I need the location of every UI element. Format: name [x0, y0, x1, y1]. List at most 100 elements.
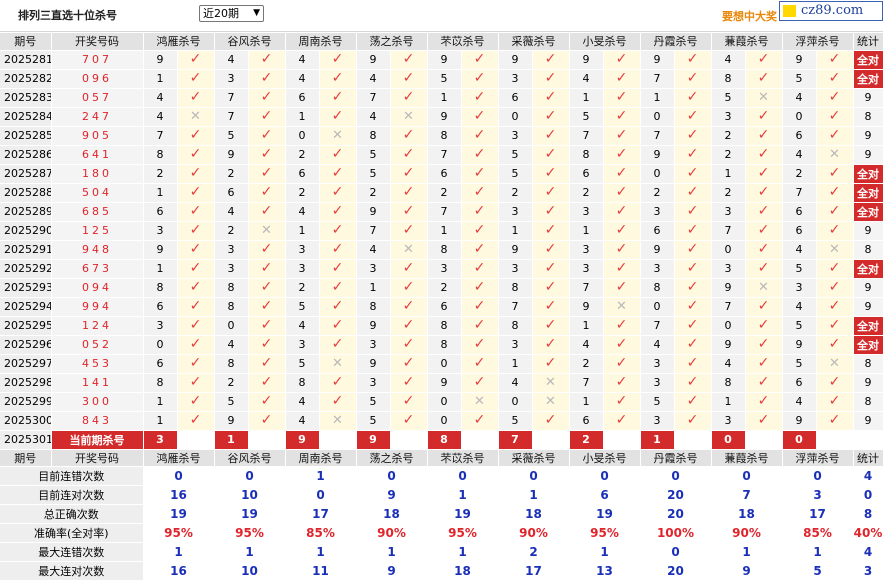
check-icon: ✓: [757, 355, 770, 371]
check-icon: ✓: [615, 51, 628, 67]
total-cell: 9: [853, 411, 883, 431]
check-icon: ✓: [331, 298, 344, 314]
result-mark-cell: ✓: [248, 392, 286, 412]
kill-number-cell: 8: [356, 126, 391, 146]
kill-number-cell: 5: [498, 164, 533, 184]
result-mark-cell: ✓: [248, 126, 286, 146]
kill-number-cell: 4: [498, 373, 533, 393]
check-icon: ✓: [260, 203, 273, 219]
result-mark-cell: ✓: [319, 88, 357, 108]
column-header-killer: 丹霞杀号: [640, 449, 712, 467]
check-icon: ✓: [189, 336, 202, 352]
check-icon: ✓: [686, 184, 699, 200]
kill-number-cell: 9: [711, 335, 746, 355]
result-mark-cell: ✓: [603, 278, 641, 298]
stats-value: 1: [782, 542, 854, 562]
result-mark-cell: ✓: [177, 221, 215, 241]
check-icon: ✓: [757, 165, 770, 181]
draw-number-cell: 504: [51, 183, 144, 203]
check-icon: ✓: [686, 279, 699, 295]
check-icon: ✓: [544, 70, 557, 86]
period-cell: 2025290: [0, 221, 52, 241]
period-cell: 2025296: [0, 335, 52, 355]
result-mark-cell: ✓: [674, 221, 712, 241]
kill-number-cell: 6: [427, 297, 462, 317]
check-icon: ✓: [686, 203, 699, 219]
stats-value: 9: [711, 561, 783, 581]
kill-number-cell: 7: [427, 202, 462, 222]
table-row: 2025286 641 8 ✓ 9 ✓ 2 ✓ 5 ✓ 7 ✓ 5 ✓ 8 ✓ 9 ✓ 2 ✓ 4 ✕ 9: [0, 145, 883, 165]
kill-number-cell: 7: [711, 221, 746, 241]
check-icon: ✓: [544, 412, 557, 428]
kill-number-cell: 5: [498, 411, 533, 431]
result-mark-cell: ✓: [177, 183, 215, 203]
result-mark-cell: ✓: [816, 126, 854, 146]
result-mark-cell: ✓: [319, 335, 357, 355]
promo-text[interactable]: 要想中大奖: [722, 8, 777, 24]
check-icon: ✓: [331, 374, 344, 390]
result-mark-cell: ✓: [177, 354, 215, 374]
chevron-down-icon: ▼: [253, 8, 260, 18]
check-icon: ✓: [331, 89, 344, 105]
site-logo[interactable]: cz89.com: [779, 1, 883, 21]
kill-number-cell: 1: [285, 221, 320, 241]
check-icon: ✓: [686, 241, 699, 257]
check-icon: ✓: [828, 89, 841, 105]
result-mark-cell: ✓: [674, 392, 712, 412]
stats-label: 目前连错次数: [0, 466, 144, 486]
check-icon: ✓: [189, 393, 202, 409]
kill-number-cell: 0: [498, 107, 533, 127]
period-cell: 2025285: [0, 126, 52, 146]
table-row: 2025282 096 1 ✓ 3 ✓ 4 ✓ 4 ✓ 5 ✓ 3 ✓ 4 ✓ 7 ✓ 8 ✓ 5 ✓ 全对: [0, 69, 883, 89]
cross-icon: ✕: [829, 356, 840, 371]
column-header-killer: 鸿雁杀号: [143, 449, 215, 467]
check-icon: ✓: [473, 108, 486, 124]
draw-number-cell: 453: [51, 354, 144, 374]
stats-value: 1: [427, 485, 499, 505]
result-mark-cell: ✓: [461, 145, 499, 165]
check-icon: ✓: [260, 336, 273, 352]
result-mark-cell: ✕: [816, 145, 854, 165]
kill-number-cell: 4: [569, 69, 604, 89]
kill-number-cell: 3: [498, 69, 533, 89]
kill-number-cell: 1: [427, 221, 462, 241]
kill-number-cell: 4: [143, 88, 178, 108]
kill-number-cell: 7: [214, 107, 249, 127]
kill-number-cell: 9: [214, 411, 249, 431]
result-mark-cell: ✓: [319, 202, 357, 222]
kill-number-cell: 2: [285, 278, 320, 298]
kill-number-cell: 9: [569, 50, 604, 70]
kill-number-cell: 9: [427, 50, 462, 70]
check-icon: ✓: [828, 184, 841, 200]
column-header-killer: 芣苡杀号: [427, 33, 499, 51]
check-icon: ✓: [473, 70, 486, 86]
kill-number-cell: 5: [356, 145, 391, 165]
result-mark-cell: ✓: [532, 259, 570, 279]
result-mark-cell: ✓: [532, 126, 570, 146]
result-mark-cell: ✓: [816, 316, 854, 336]
kill-number-cell: 5: [356, 392, 391, 412]
kill-number-cell: 3: [711, 202, 746, 222]
kill-number-cell: 1: [143, 183, 178, 203]
result-mark-cell: ✓: [745, 183, 783, 203]
kill-number-cell: 1: [498, 221, 533, 241]
result-mark-cell: ✓: [745, 373, 783, 393]
result-mark-cell: ✓: [532, 240, 570, 260]
check-icon: ✓: [189, 279, 202, 295]
result-mark-cell: ✓: [674, 202, 712, 222]
period-select[interactable]: 近20期 ▼: [199, 5, 264, 22]
kill-number-cell: 0: [143, 335, 178, 355]
kill-number-cell: 2: [498, 183, 533, 203]
result-mark-cell: ✕: [532, 373, 570, 393]
kill-number-cell: 6: [285, 164, 320, 184]
check-icon: ✓: [260, 146, 273, 162]
check-icon: ✓: [757, 298, 770, 314]
result-mark-cell: ✕: [603, 297, 641, 317]
result-mark-cell: ✓: [532, 316, 570, 336]
kill-number-cell: 5: [711, 88, 746, 108]
kill-number-cell: 3: [640, 373, 675, 393]
kill-number-cell: 5: [214, 126, 249, 146]
result-mark-cell: ✓: [745, 411, 783, 431]
result-mark-cell: ✓: [319, 107, 357, 127]
stats-value: 0: [782, 466, 854, 486]
